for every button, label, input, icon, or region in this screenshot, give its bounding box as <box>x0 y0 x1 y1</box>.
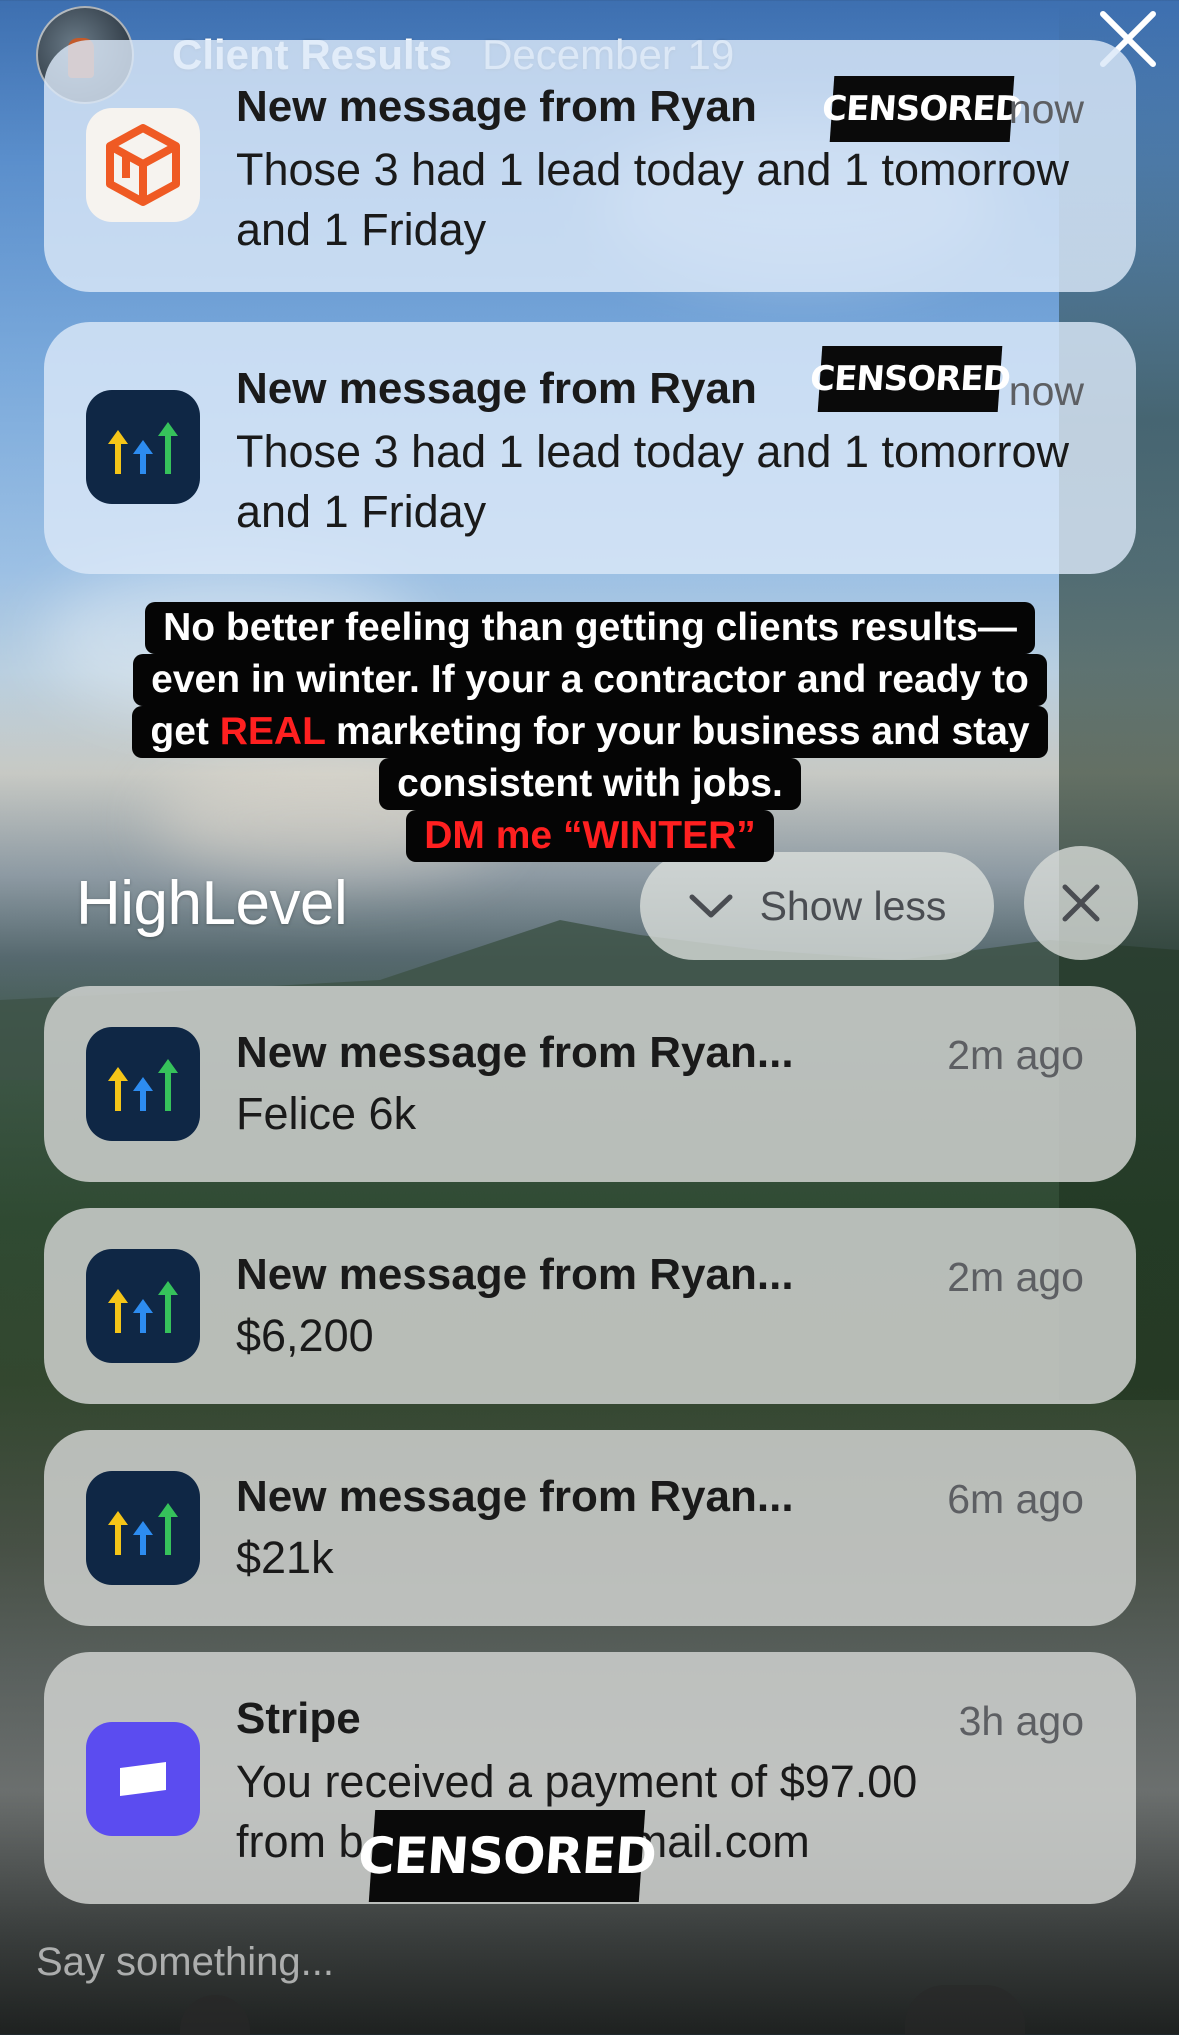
notification-card-5[interactable]: New message from Ryan... 6m ago $21k <box>44 1430 1136 1626</box>
caption-line: even in winter. If your a contractor and… <box>133 654 1047 706</box>
notification-title: New message from Ryan... <box>236 1028 794 1077</box>
box-logo-icon <box>86 108 200 222</box>
highlevel-arrows-icon <box>86 1027 200 1141</box>
close-icon <box>1062 884 1100 922</box>
show-less-label: Show less <box>759 882 947 929</box>
notification-title: Stripe <box>236 1694 361 1743</box>
caption-line: No better feeling than getting clients r… <box>145 602 1035 654</box>
censor-block: CENSORED <box>809 346 1011 412</box>
notification-body: Felice 6k <box>236 1088 417 1139</box>
reply-input[interactable]: Say something... <box>36 1940 334 1985</box>
notification-body: $21k <box>236 1532 334 1583</box>
notification-body: $6,200 <box>236 1310 374 1361</box>
notification-title: New message from Ryan <box>236 364 757 413</box>
caption-line: consistent with jobs. <box>379 758 801 810</box>
notification-card-stripe[interactable]: Stripe 3h ago You received a payment of … <box>44 1652 1136 1904</box>
censor-block: CENSORED <box>356 1810 658 1902</box>
highlevel-arrows-icon <box>86 1471 200 1585</box>
highlevel-arrows-icon <box>86 1249 200 1363</box>
story-caption: No better feeling than getting clients r… <box>55 602 1125 862</box>
notification-card-1[interactable]: New message from Ryan CENSORED now Those… <box>44 40 1136 292</box>
show-less-button[interactable]: Show less <box>640 852 994 960</box>
chevron-down-icon <box>689 894 733 918</box>
payment-line: You received a payment of $97.00 <box>236 1756 918 1807</box>
notification-time: now <box>1008 368 1084 414</box>
notification-body: Those 3 had 1 lead today and 1 tomorrow … <box>236 144 1070 255</box>
notification-time: 3h ago <box>958 1698 1084 1744</box>
censor-block: CENSORED <box>821 76 1023 142</box>
notification-card-2[interactable]: New message from Ryan CENSORED now Those… <box>44 322 1136 574</box>
notification-time: 6m ago <box>947 1476 1084 1522</box>
app-group-label: HighLevel <box>76 869 348 938</box>
stripe-icon <box>86 1722 200 1836</box>
notification-time: now <box>1008 86 1084 132</box>
notification-title: New message from Ryan <box>236 82 757 131</box>
notification-card-3[interactable]: New message from Ryan... 2m ago Felice 6… <box>44 986 1136 1182</box>
notification-body: Those 3 had 1 lead today and 1 tomorrow … <box>236 426 1070 537</box>
notification-title: New message from Ryan... <box>236 1472 794 1521</box>
notification-time: 2m ago <box>947 1032 1084 1078</box>
caption-line: get REAL marketing for your business and… <box>132 706 1048 758</box>
mic-icon[interactable] <box>180 1995 250 2035</box>
clear-group-button[interactable] <box>1024 846 1138 960</box>
notification-time: 2m ago <box>947 1254 1084 1300</box>
highlevel-arrows-icon <box>86 390 200 504</box>
notification-card-4[interactable]: New message from Ryan... 2m ago $6,200 <box>44 1208 1136 1404</box>
camera-icon[interactable] <box>905 1985 1025 2035</box>
caption-cta: DM me “WINTER” <box>406 810 774 862</box>
notification-title: New message from Ryan... <box>236 1250 794 1299</box>
